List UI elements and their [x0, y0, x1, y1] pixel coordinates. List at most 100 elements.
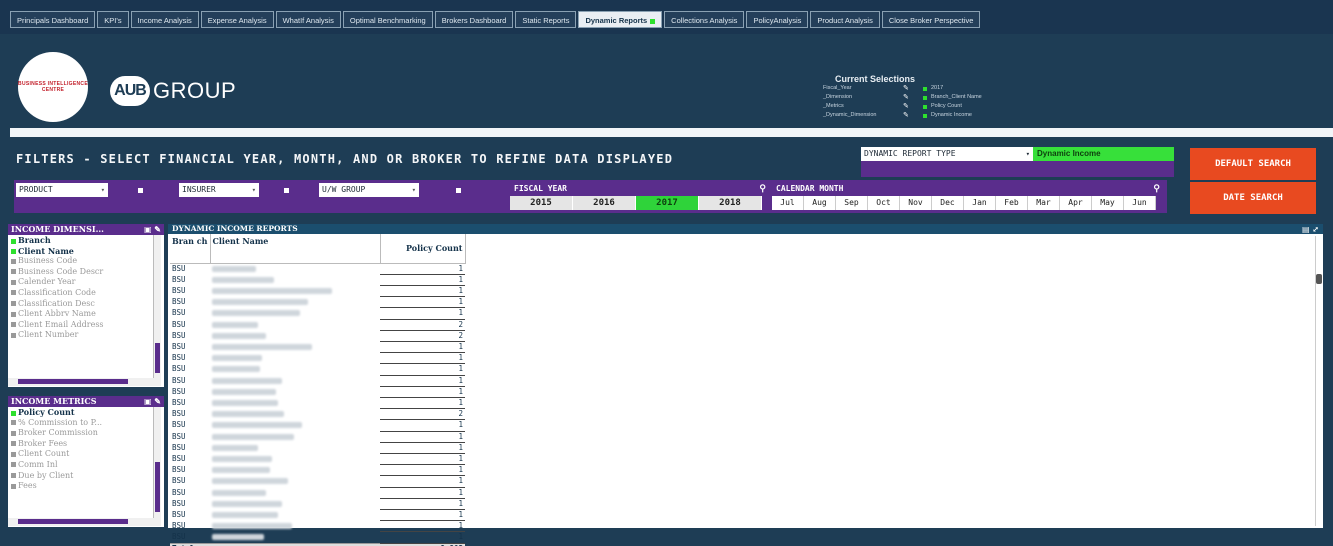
pencil-icon[interactable]: ✎ [903, 111, 923, 120]
table-row[interactable]: BSU 1 [170, 520, 465, 533]
table-row[interactable]: BSU 1 [170, 307, 465, 320]
list-item[interactable]: Client Name [8, 246, 164, 257]
product-clear-icon[interactable] [138, 188, 143, 193]
panel-options-icon[interactable]: ▣ ✎ [144, 396, 161, 407]
list-item[interactable]: Fees [8, 481, 164, 492]
month-option[interactable]: Oct [868, 196, 900, 210]
list-item[interactable]: Broker Fees [8, 439, 164, 450]
table-row[interactable]: BSU 1 [170, 375, 465, 387]
table-row[interactable]: BSU 2 [170, 319, 465, 331]
default-search-button[interactable]: DEFAULT SEARCH [1190, 148, 1316, 180]
table-row[interactable]: BSU 1 [170, 363, 465, 376]
tab-static-reports[interactable]: Static Reports [515, 11, 577, 28]
table-row[interactable]: BSU 1 [170, 285, 465, 298]
list-item[interactable]: Calender Year [8, 277, 164, 288]
uw-group-clear-icon[interactable] [456, 188, 461, 193]
scroll-thumb[interactable] [18, 379, 128, 384]
month-option[interactable]: Jul [772, 196, 804, 210]
pencil-icon[interactable]: ✎ [903, 93, 923, 102]
table-row[interactable]: BSU 1 [170, 442, 465, 454]
tab-income-analysis[interactable]: Income Analysis [130, 11, 199, 28]
column-header-branch[interactable]: Bran ch [170, 234, 211, 264]
list-item[interactable]: Client Abbrv Name [8, 309, 164, 320]
panel-options-icon[interactable]: ▤ ⤢ [1302, 224, 1319, 234]
list-item[interactable]: Branch [8, 235, 164, 246]
list-item[interactable]: Policy Count [8, 407, 164, 418]
table-row[interactable]: BSU 1 [170, 352, 465, 365]
search-icon[interactable]: ⚲ [759, 183, 766, 195]
fiscal-year-option[interactable]: 2016 [573, 196, 636, 210]
scroll-thumb[interactable] [18, 519, 128, 524]
pencil-icon[interactable]: ✎ [903, 102, 923, 111]
month-option[interactable]: Aug [804, 196, 836, 210]
list-item[interactable]: Client Count [8, 449, 164, 460]
table-row[interactable]: BSU 1 [170, 397, 465, 410]
tab-close-broker-perspective[interactable]: Close Broker Perspective [881, 11, 981, 28]
tab-brokers-dashboard[interactable]: Brokers Dashboard [434, 11, 514, 28]
table-row[interactable]: BSU 1 [170, 341, 465, 354]
table-row[interactable]: BSU 1 [170, 464, 465, 477]
table-row[interactable]: BSU 1 [170, 431, 465, 443]
dynamic-report-type-box[interactable]: DYNAMIC REPORT TYPE ▾ Dynamic Income [861, 147, 1174, 177]
table-row[interactable]: BSU 2 [170, 330, 465, 342]
scroll-thumb[interactable] [155, 462, 160, 512]
income-dimensions-hscrollbar[interactable] [8, 378, 161, 386]
column-header-client-name[interactable]: Client Name [210, 234, 381, 264]
month-option[interactable]: Sep [836, 196, 868, 210]
income-metrics-hscrollbar[interactable] [8, 518, 161, 526]
search-icon[interactable]: ⚲ [1153, 183, 1160, 195]
list-item[interactable]: Classification Desc [8, 299, 164, 310]
tab-principals-dashboard[interactable]: Principals Dashboard [10, 11, 96, 28]
tab-optimal-benchmarking[interactable]: Optimal Benchmarking [342, 11, 433, 28]
list-item[interactable]: % Commission to P... [8, 418, 164, 429]
month-option[interactable]: Apr [1060, 196, 1092, 210]
table-row[interactable]: BSU 1 [170, 263, 465, 275]
table-row[interactable]: BSU 1 [170, 509, 465, 522]
table-row[interactable]: BSU 1 [170, 498, 465, 510]
fiscal-year-option[interactable]: 2017 [636, 196, 699, 210]
income-metrics-vscrollbar[interactable] [153, 407, 161, 518]
tab-collections-analysis[interactable]: Collections Analysis [664, 11, 745, 28]
month-option[interactable]: Nov [900, 196, 932, 210]
month-option[interactable]: Mar [1028, 196, 1060, 210]
month-option[interactable]: Feb [996, 196, 1028, 210]
table-row[interactable]: BSU 1 [170, 453, 465, 466]
report-vscrollbar[interactable] [1315, 236, 1322, 526]
list-item[interactable]: Business Code [8, 256, 164, 267]
insurer-clear-icon[interactable] [284, 188, 289, 193]
list-item[interactable]: Broker Commission [8, 428, 164, 439]
dynamic-report-type-dropdown[interactable]: DYNAMIC REPORT TYPE ▾ [861, 147, 1033, 161]
month-option[interactable]: Dec [932, 196, 964, 210]
scroll-thumb[interactable] [1316, 274, 1322, 284]
list-item[interactable]: Classification Code [8, 288, 164, 299]
tab-kpi-s[interactable]: KPI's [97, 11, 129, 28]
fiscal-year-option[interactable]: 2015 [510, 196, 573, 210]
table-row[interactable]: BSU 1 [170, 274, 465, 286]
tab-dynamic-reports[interactable]: Dynamic Reports [578, 11, 663, 28]
table-row[interactable]: BSU 1 [170, 475, 465, 488]
table-row[interactable]: BSU 1 [170, 487, 465, 499]
dynamic-report-type-value[interactable]: Dynamic Income [1033, 147, 1174, 161]
date-search-button[interactable]: DATE SEARCH [1190, 182, 1316, 214]
list-item[interactable]: Business Code Descr [8, 267, 164, 278]
column-header-policy-count[interactable]: Policy Count [380, 234, 466, 264]
list-item[interactable]: Client Number [8, 330, 164, 341]
tab-whatif-analysis[interactable]: WhatIf Analysis [275, 11, 341, 28]
income-dimensions-vscrollbar[interactable] [153, 235, 161, 378]
insurer-dropdown[interactable]: INSURER ▾ [179, 183, 259, 197]
list-item[interactable]: Client Email Address [8, 320, 164, 331]
tab-policyanalysis[interactable]: PolicyAnalysis [746, 11, 809, 28]
table-row[interactable]: BSU 1 [170, 386, 465, 398]
tab-product-analysis[interactable]: Product Analysis [810, 11, 880, 28]
month-option[interactable]: Jun [1124, 196, 1156, 210]
list-item[interactable]: Comm Inl [8, 460, 164, 471]
table-row[interactable]: BSU 2 [170, 408, 465, 421]
list-item[interactable]: Due by Client [8, 471, 164, 482]
fiscal-year-option[interactable]: 2018 [699, 196, 762, 210]
table-row[interactable]: BSU 1 [170, 296, 465, 309]
pencil-icon[interactable]: ✎ [903, 84, 923, 93]
product-dropdown[interactable]: PRODUCT ▾ [16, 183, 108, 197]
uw-group-dropdown[interactable]: U/W GROUP ▾ [319, 183, 419, 197]
panel-options-icon[interactable]: ▣ ✎ [144, 224, 161, 235]
month-option[interactable]: Jan [964, 196, 996, 210]
